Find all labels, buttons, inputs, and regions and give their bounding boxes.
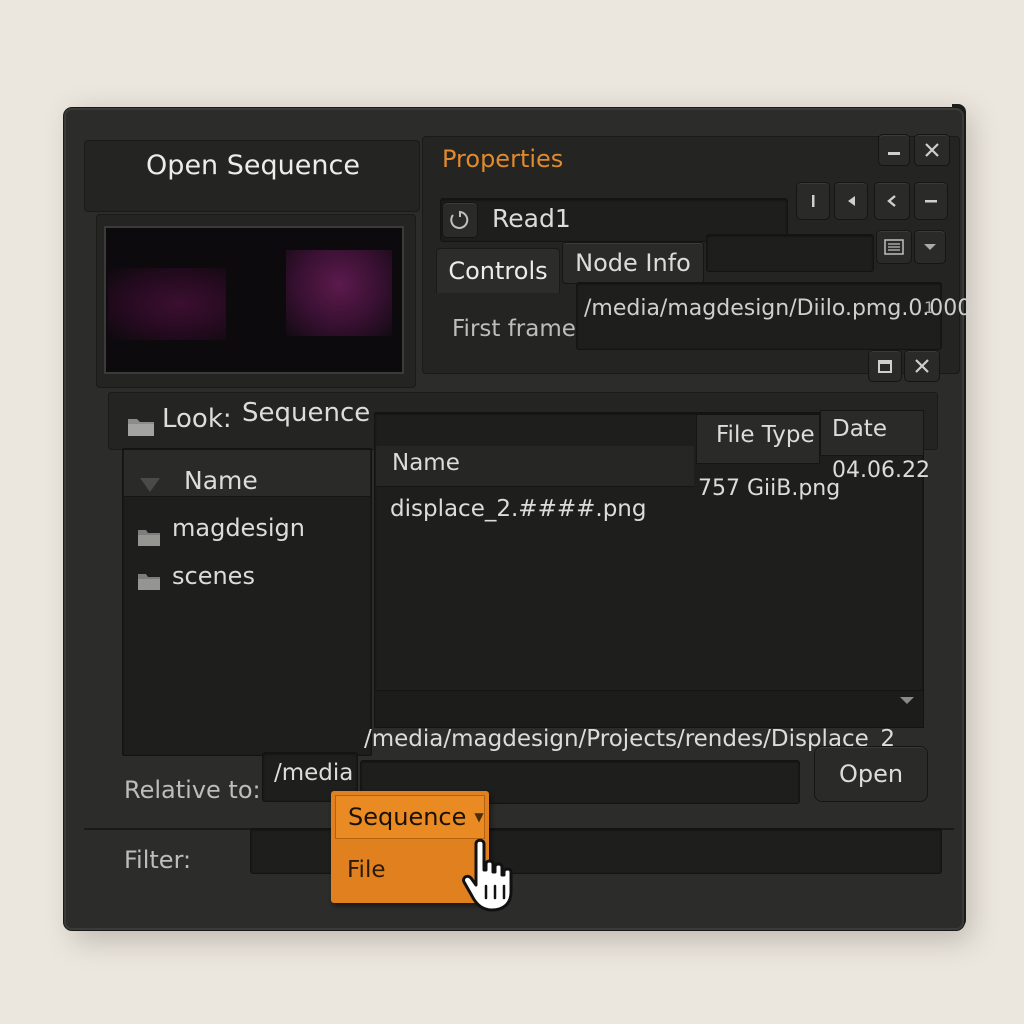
folder-icon <box>126 414 156 442</box>
column-header-name-label: Name <box>392 450 460 476</box>
dropdown-selected-label: Sequence <box>348 803 467 831</box>
relative-to-root: /media <box>274 760 354 786</box>
column-header-file-type-label: File Type <box>716 422 815 448</box>
minimize-button[interactable] <box>878 134 910 166</box>
dropdown-option-file[interactable]: File <box>347 857 386 883</box>
file-type: 757 GiiB.png <box>698 476 841 501</box>
filter-label: Filter: <box>124 846 192 874</box>
chevron-down-icon <box>924 244 936 250</box>
tree-item-magdesign[interactable]: magdesign <box>172 514 305 542</box>
list-icon <box>884 239 904 255</box>
look-value[interactable]: Sequence <box>242 398 370 428</box>
first-frame-label: First frame <box>452 316 576 342</box>
tab-spacer-field <box>706 234 874 272</box>
node-icon-button[interactable] <box>442 202 478 238</box>
play-back-icon <box>848 196 855 206</box>
preview-image-right <box>286 250 392 336</box>
maximize-button[interactable] <box>868 350 902 382</box>
play-back-button[interactable] <box>834 182 868 220</box>
minimize-icon <box>888 152 900 155</box>
node-name: Read1 <box>492 204 571 233</box>
tree-header-label: Name <box>184 466 258 495</box>
step-icon <box>812 195 815 207</box>
file-date: 04.06.22 <box>832 458 930 483</box>
minus-icon <box>925 200 937 203</box>
properties-title: Properties <box>442 145 564 173</box>
relative-to-label: Relative to: <box>124 776 261 804</box>
prev-button[interactable] <box>874 182 910 220</box>
list-view-button[interactable] <box>876 230 912 264</box>
open-button[interactable]: Open <box>814 746 928 802</box>
minus-button[interactable] <box>914 182 948 220</box>
tab-node-info[interactable]: Node Info <box>562 242 704 284</box>
tab-controls[interactable]: Controls <box>436 248 560 293</box>
look-label: Look: <box>162 404 232 434</box>
tab-controls-label: Controls <box>448 257 548 285</box>
close-panel-button[interactable] <box>914 134 950 166</box>
folder-icon <box>136 526 162 552</box>
close-icon <box>925 143 939 157</box>
preview-image-left <box>108 268 226 340</box>
first-frame-suffix: 1 <box>924 298 935 317</box>
table-row[interactable]: displace_2.####.png 757 GiiB.png 04.06.2… <box>380 458 930 534</box>
chevron-down-icon: ▼ <box>474 810 484 824</box>
column-header-date-label: Date <box>832 416 887 442</box>
tab-dropdown-button[interactable] <box>914 230 946 264</box>
close-browser-button[interactable] <box>904 350 940 382</box>
tree-item-scenes[interactable]: scenes <box>172 562 255 590</box>
file-name: displace_2.####.png <box>390 496 647 522</box>
dropdown-selected[interactable]: Sequence ▼ <box>335 795 485 839</box>
open-button-label: Open <box>838 760 904 788</box>
maximize-icon <box>878 360 892 373</box>
dialog-title: Open Sequence <box>146 150 360 181</box>
node-icon <box>450 210 469 229</box>
step-button[interactable] <box>796 182 830 220</box>
folder-icon <box>136 570 162 596</box>
close-icon <box>915 359 929 373</box>
first-frame-value: /media/magdesign/Diilo.pmg.0.000 <box>584 296 972 321</box>
prev-icon <box>887 195 896 207</box>
chevron-down-icon[interactable] <box>898 692 916 711</box>
hand-cursor-icon <box>456 836 528 920</box>
preview-thumbnail <box>104 226 404 374</box>
path-bar <box>374 690 924 728</box>
triangle-down-icon <box>138 474 162 498</box>
tab-node-info-label: Node Info <box>575 249 691 277</box>
